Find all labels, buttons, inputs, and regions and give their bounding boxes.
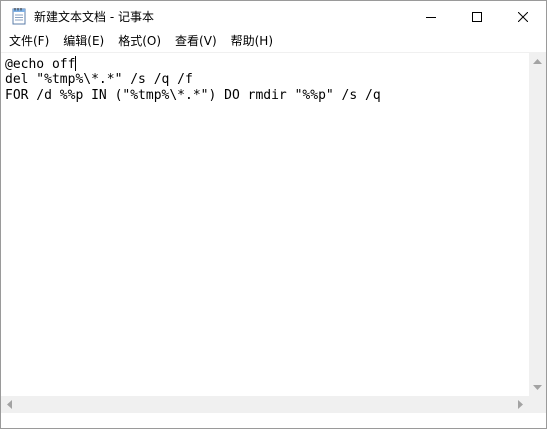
close-button[interactable] [500,1,546,31]
title-bar[interactable]: 新建文本文档 - 记事本 [1,1,546,31]
text-caret [75,56,77,71]
notepad-icon [11,7,27,25]
menu-file[interactable]: 文件(F) [1,31,56,52]
text-line: FOR /d %%p IN ("%tmp%\*.*") DO rmdir "%%… [5,88,381,103]
close-icon [517,7,529,26]
notepad-window: 新建文本文档 - 记事本 文件(F) 编辑(E) 格式(O) 查看(V) 帮助(… [0,0,547,429]
scroll-left-arrow[interactable] [1,396,18,413]
minimize-button[interactable] [408,1,454,31]
window-bottom-edge [1,413,546,428]
text-editor[interactable]: @echo off del "%tmp%\*.*" /s /q /f FOR /… [1,53,529,396]
maximize-icon [472,7,482,26]
maximize-button[interactable] [454,1,500,31]
scroll-up-arrow[interactable] [529,53,546,70]
menu-edit[interactable]: 编辑(E) [56,31,111,52]
minimize-icon [426,7,436,26]
menu-help[interactable]: 帮助(H) [224,31,280,52]
vertical-scrollbar[interactable] [529,53,546,396]
menu-view[interactable]: 查看(V) [168,31,224,52]
horizontal-scrollbar[interactable] [1,396,529,413]
scroll-right-arrow[interactable] [512,396,529,413]
text-line: @echo off [5,56,77,72]
menu-format[interactable]: 格式(O) [111,31,168,52]
window-title: 新建文本文档 - 记事本 [34,10,154,24]
scroll-down-arrow[interactable] [529,379,546,396]
menu-bar: 文件(F) 编辑(E) 格式(O) 查看(V) 帮助(H) [1,31,546,53]
text-line: del "%tmp%\*.*" /s /q /f [5,72,193,87]
scrollbar-corner [529,396,546,413]
